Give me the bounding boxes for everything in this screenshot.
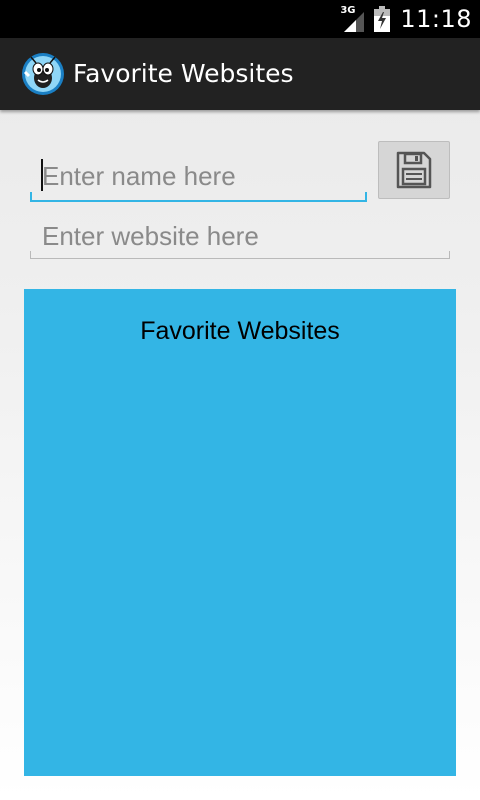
floppy-disk-icon xyxy=(396,151,432,189)
bug-mascot-icon[interactable] xyxy=(21,52,65,96)
signal-icon: 3G xyxy=(340,6,366,32)
network-type-label: 3G xyxy=(340,5,356,16)
favorites-panel: Favorite Websites xyxy=(24,289,456,776)
website-input[interactable] xyxy=(42,218,446,254)
name-field[interactable] xyxy=(30,150,367,202)
favorites-title: Favorite Websites xyxy=(140,317,340,345)
status-bar: 3G 11:18 xyxy=(0,0,480,38)
save-button[interactable] xyxy=(378,141,450,199)
action-bar: Favorite Websites xyxy=(0,38,480,110)
clock: 11:18 xyxy=(400,5,472,33)
battery-icon xyxy=(374,6,391,32)
status-indicators: 3G 11:18 xyxy=(340,0,472,38)
text-cursor xyxy=(41,159,43,191)
app-title: Favorite Websites xyxy=(73,59,294,88)
website-field[interactable] xyxy=(30,210,450,259)
name-input[interactable] xyxy=(42,158,363,194)
